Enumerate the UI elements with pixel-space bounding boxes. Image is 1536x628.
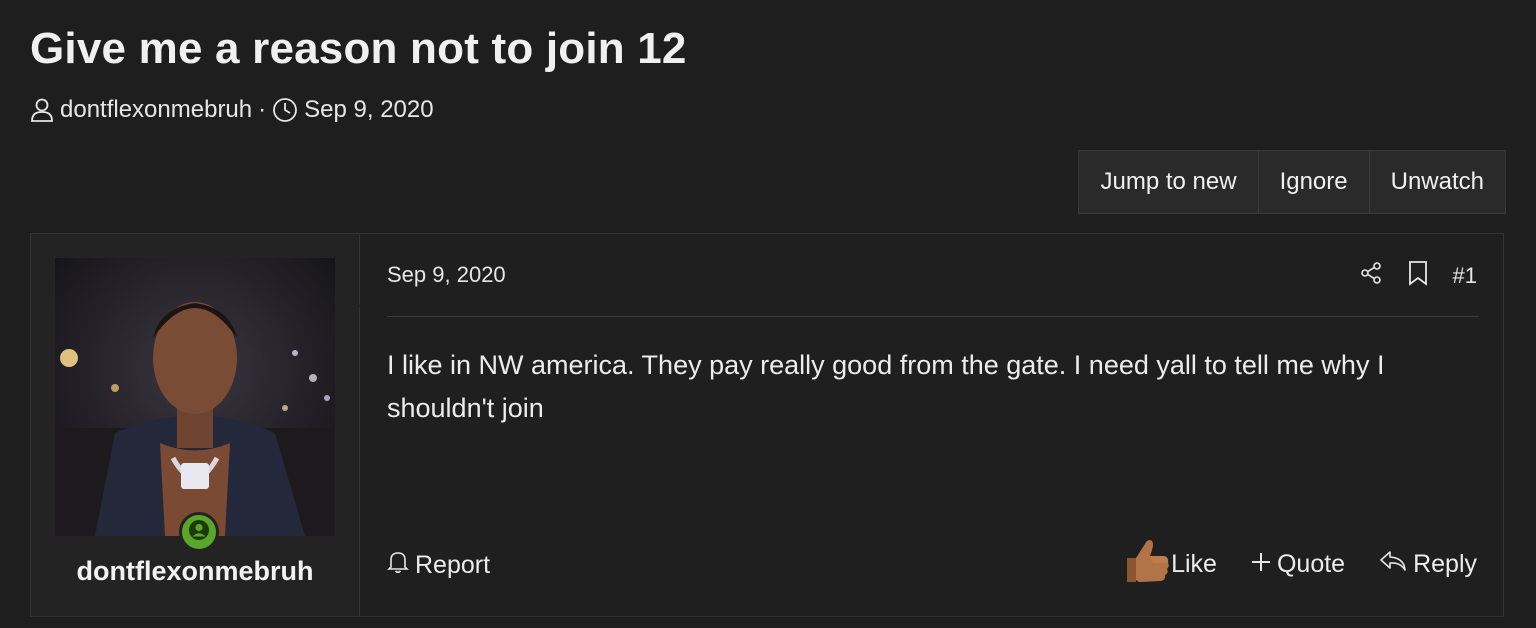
post-date-link[interactable]: Sep 9, 2020: [387, 262, 506, 288]
thumbs-up-icon: [1123, 536, 1171, 593]
thread-meta: dontflexonmebruh · Sep 9, 2020: [30, 96, 434, 124]
online-status-badge: [179, 512, 219, 552]
bookmark-icon[interactable]: [1407, 260, 1429, 292]
quote-button[interactable]: Quote: [1251, 550, 1345, 579]
post: dontflexonmebruh Sep 9, 2020 #1 I like i…: [30, 233, 1504, 617]
reply-label: Reply: [1413, 550, 1477, 578]
like-label: Like: [1171, 550, 1217, 578]
post-actions: Like Quote Reply: [1089, 536, 1477, 593]
post-tools: #1: [1335, 260, 1477, 292]
ignore-button[interactable]: Ignore: [1259, 151, 1370, 213]
avatar[interactable]: [55, 258, 335, 536]
reply-icon: [1379, 549, 1413, 580]
post-divider: [387, 316, 1479, 317]
post-username[interactable]: dontflexonmebruh: [31, 556, 359, 587]
report-button[interactable]: Report: [387, 550, 490, 581]
thread-date-link[interactable]: Sep 9, 2020: [304, 96, 433, 124]
like-button[interactable]: Like: [1123, 536, 1217, 593]
meta-separator: ·: [258, 96, 267, 123]
thread-author-link[interactable]: dontflexonmebruh: [60, 96, 252, 124]
plus-icon: [1251, 550, 1277, 579]
unwatch-button[interactable]: Unwatch: [1370, 151, 1505, 213]
bell-icon: [387, 550, 415, 581]
jump-to-new-button[interactable]: Jump to new: [1079, 151, 1259, 213]
share-icon[interactable]: [1359, 261, 1383, 291]
report-label: Report: [415, 551, 491, 579]
thread-action-buttons: Jump to new Ignore Unwatch: [1078, 150, 1506, 214]
user-icon: [30, 97, 54, 123]
quote-label: Quote: [1276, 550, 1346, 578]
post-user-cell: dontflexonmebruh: [31, 234, 373, 616]
post-body: I like in NW america. They pay really go…: [387, 350, 1385, 423]
reply-button[interactable]: Reply: [1379, 549, 1477, 580]
thread-title: Give me a reason not to join 12: [30, 24, 687, 73]
post-number-link[interactable]: #1: [1453, 263, 1477, 289]
clock-icon: [272, 97, 298, 123]
online-user-icon: [188, 519, 210, 546]
post-main: Sep 9, 2020 #1 I like in NW america. The…: [385, 234, 1503, 616]
